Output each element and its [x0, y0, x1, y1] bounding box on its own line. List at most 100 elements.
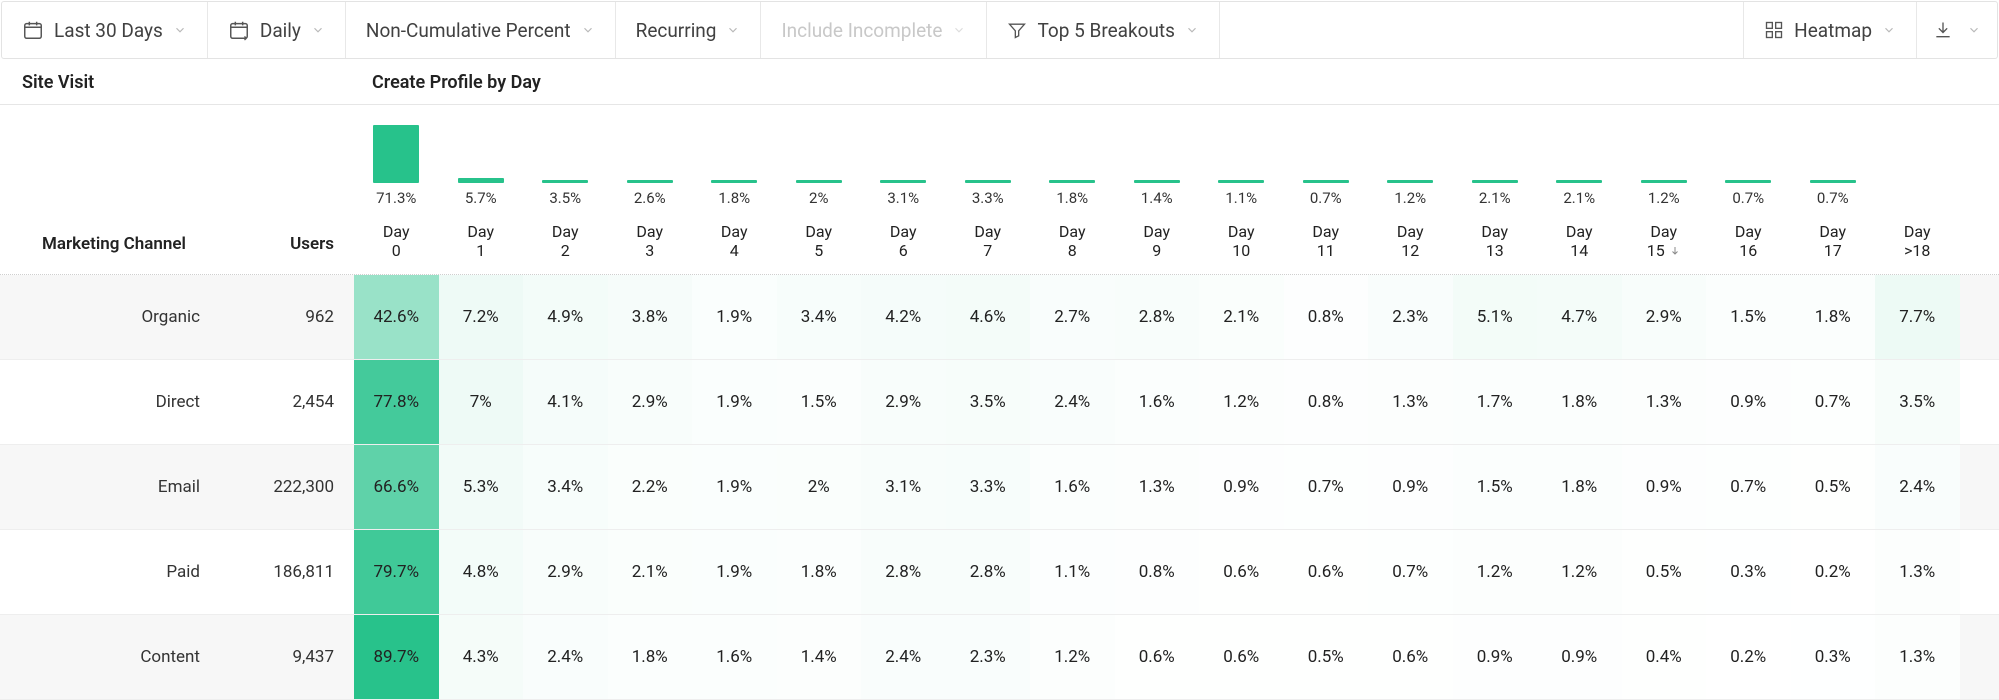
metric-selector[interactable]: Non-Cumulative Percent [346, 2, 616, 58]
heat-cell[interactable]: 2.9% [1622, 275, 1707, 359]
column-header-day-3[interactable]: Day3 [608, 213, 693, 274]
heat-cell[interactable]: 2% [777, 445, 862, 529]
column-header-day-0[interactable]: Day0 [354, 213, 439, 274]
column-header-day-10[interactable]: Day10 [1199, 213, 1284, 274]
heat-cell[interactable]: 1.2% [1030, 615, 1115, 699]
heat-cell[interactable]: 3.4% [523, 445, 608, 529]
heat-cell[interactable]: 2.4% [523, 615, 608, 699]
heat-cell[interactable]: 0.9% [1453, 615, 1538, 699]
heat-cell[interactable]: 89.7% [354, 615, 439, 699]
heat-cell[interactable]: 0.9% [1537, 615, 1622, 699]
heat-cell[interactable]: 0.5% [1622, 530, 1707, 614]
heat-cell[interactable]: 1.5% [1453, 445, 1538, 529]
column-header-day-13[interactable]: Day13 [1453, 213, 1538, 274]
column-header-day-8[interactable]: Day8 [1030, 213, 1115, 274]
heat-cell[interactable]: 1.3% [1622, 360, 1707, 444]
heat-cell[interactable]: 1.8% [608, 615, 693, 699]
column-header-day-5[interactable]: Day5 [777, 213, 862, 274]
heat-cell[interactable]: 0.6% [1199, 530, 1284, 614]
heat-cell[interactable]: 1.8% [1791, 275, 1876, 359]
heat-cell[interactable]: 0.7% [1284, 445, 1369, 529]
heat-cell[interactable]: 7.2% [439, 275, 524, 359]
heat-cell[interactable]: 3.1% [861, 445, 946, 529]
heat-cell[interactable]: 3.8% [608, 275, 693, 359]
heat-cell[interactable]: 3.3% [946, 445, 1031, 529]
heat-cell[interactable]: 1.1% [1030, 530, 1115, 614]
heat-cell[interactable]: 0.7% [1368, 530, 1453, 614]
column-header-day-15[interactable]: Day15 [1622, 213, 1707, 274]
heat-cell[interactable]: 0.8% [1115, 530, 1200, 614]
heat-cell[interactable]: 1.6% [692, 615, 777, 699]
column-header-day-16[interactable]: Day16 [1706, 213, 1791, 274]
heat-cell[interactable]: 2.1% [1199, 275, 1284, 359]
heat-cell[interactable]: 0.8% [1284, 275, 1369, 359]
heat-cell[interactable]: 4.2% [861, 275, 946, 359]
column-header-day-7[interactable]: Day7 [946, 213, 1031, 274]
column-header-users[interactable]: Users [228, 213, 354, 274]
heat-cell[interactable]: 5.3% [439, 445, 524, 529]
heat-cell[interactable]: 0.9% [1199, 445, 1284, 529]
heat-cell[interactable]: 1.5% [777, 360, 862, 444]
heat-cell[interactable]: 1.6% [1115, 360, 1200, 444]
heat-cell[interactable]: 0.7% [1791, 360, 1876, 444]
heat-cell[interactable]: 0.6% [1284, 530, 1369, 614]
column-header-day-14[interactable]: Day14 [1537, 213, 1622, 274]
column-header-day-2[interactable]: Day2 [523, 213, 608, 274]
heat-cell[interactable]: 1.8% [777, 530, 862, 614]
heat-cell[interactable]: 4.7% [1537, 275, 1622, 359]
heat-cell[interactable]: 2.9% [608, 360, 693, 444]
heat-cell[interactable]: 2.7% [1030, 275, 1115, 359]
column-header-day-9[interactable]: Day9 [1115, 213, 1200, 274]
heat-cell[interactable]: 2.2% [608, 445, 693, 529]
heat-cell[interactable]: 0.9% [1622, 445, 1707, 529]
column-header-day-11[interactable]: Day11 [1284, 213, 1369, 274]
heat-cell[interactable]: 1.2% [1199, 360, 1284, 444]
heat-cell[interactable]: 1.3% [1875, 615, 1960, 699]
heat-cell[interactable]: 1.9% [692, 360, 777, 444]
heat-cell[interactable]: 77.8% [354, 360, 439, 444]
column-header-day-17[interactable]: Day17 [1791, 213, 1876, 274]
heat-cell[interactable]: 1.8% [1537, 360, 1622, 444]
heat-cell[interactable]: 3.5% [1875, 360, 1960, 444]
column-header-channel[interactable]: Marketing Channel [0, 213, 228, 274]
heat-cell[interactable]: 7% [439, 360, 524, 444]
heat-cell[interactable]: 0.7% [1706, 445, 1791, 529]
heat-cell[interactable]: 4.3% [439, 615, 524, 699]
heat-cell[interactable]: 4.1% [523, 360, 608, 444]
heat-cell[interactable]: 0.2% [1791, 530, 1876, 614]
column-header-day-18[interactable]: Day>18 [1875, 213, 1960, 274]
column-header-day-1[interactable]: Day1 [439, 213, 524, 274]
heat-cell[interactable]: 0.5% [1791, 445, 1876, 529]
heat-cell[interactable]: 0.6% [1199, 615, 1284, 699]
heat-cell[interactable]: 1.6% [1030, 445, 1115, 529]
recurring-selector[interactable]: Recurring [616, 2, 762, 58]
heat-cell[interactable]: 1.3% [1115, 445, 1200, 529]
column-header-day-6[interactable]: Day6 [861, 213, 946, 274]
heat-cell[interactable]: 1.9% [692, 530, 777, 614]
heat-cell[interactable]: 1.3% [1875, 530, 1960, 614]
heat-cell[interactable]: 66.6% [354, 445, 439, 529]
heat-cell[interactable]: 7.7% [1875, 275, 1960, 359]
heat-cell[interactable]: 2.4% [861, 615, 946, 699]
heat-cell[interactable]: 4.9% [523, 275, 608, 359]
heat-cell[interactable]: 5.1% [1453, 275, 1538, 359]
heat-cell[interactable]: 3.4% [777, 275, 862, 359]
heat-cell[interactable]: 1.3% [1368, 360, 1453, 444]
heat-cell[interactable]: 1.2% [1453, 530, 1538, 614]
heat-cell[interactable]: 0.9% [1368, 445, 1453, 529]
heat-cell[interactable]: 2.8% [946, 530, 1031, 614]
heat-cell[interactable]: 0.9% [1706, 360, 1791, 444]
breakouts-selector[interactable]: Top 5 Breakouts [987, 2, 1220, 58]
heat-cell[interactable]: 1.9% [692, 275, 777, 359]
heat-cell[interactable]: 1.7% [1453, 360, 1538, 444]
heat-cell[interactable]: 3.5% [946, 360, 1031, 444]
heat-cell[interactable]: 4.8% [439, 530, 524, 614]
heat-cell[interactable]: 79.7% [354, 530, 439, 614]
heat-cell[interactable]: 0.8% [1284, 360, 1369, 444]
heat-cell[interactable]: 1.8% [1537, 445, 1622, 529]
heat-cell[interactable]: 42.6% [354, 275, 439, 359]
heat-cell[interactable]: 0.3% [1791, 615, 1876, 699]
heat-cell[interactable]: 1.9% [692, 445, 777, 529]
view-selector[interactable]: Heatmap [1744, 2, 1917, 58]
heat-cell[interactable]: 1.5% [1706, 275, 1791, 359]
